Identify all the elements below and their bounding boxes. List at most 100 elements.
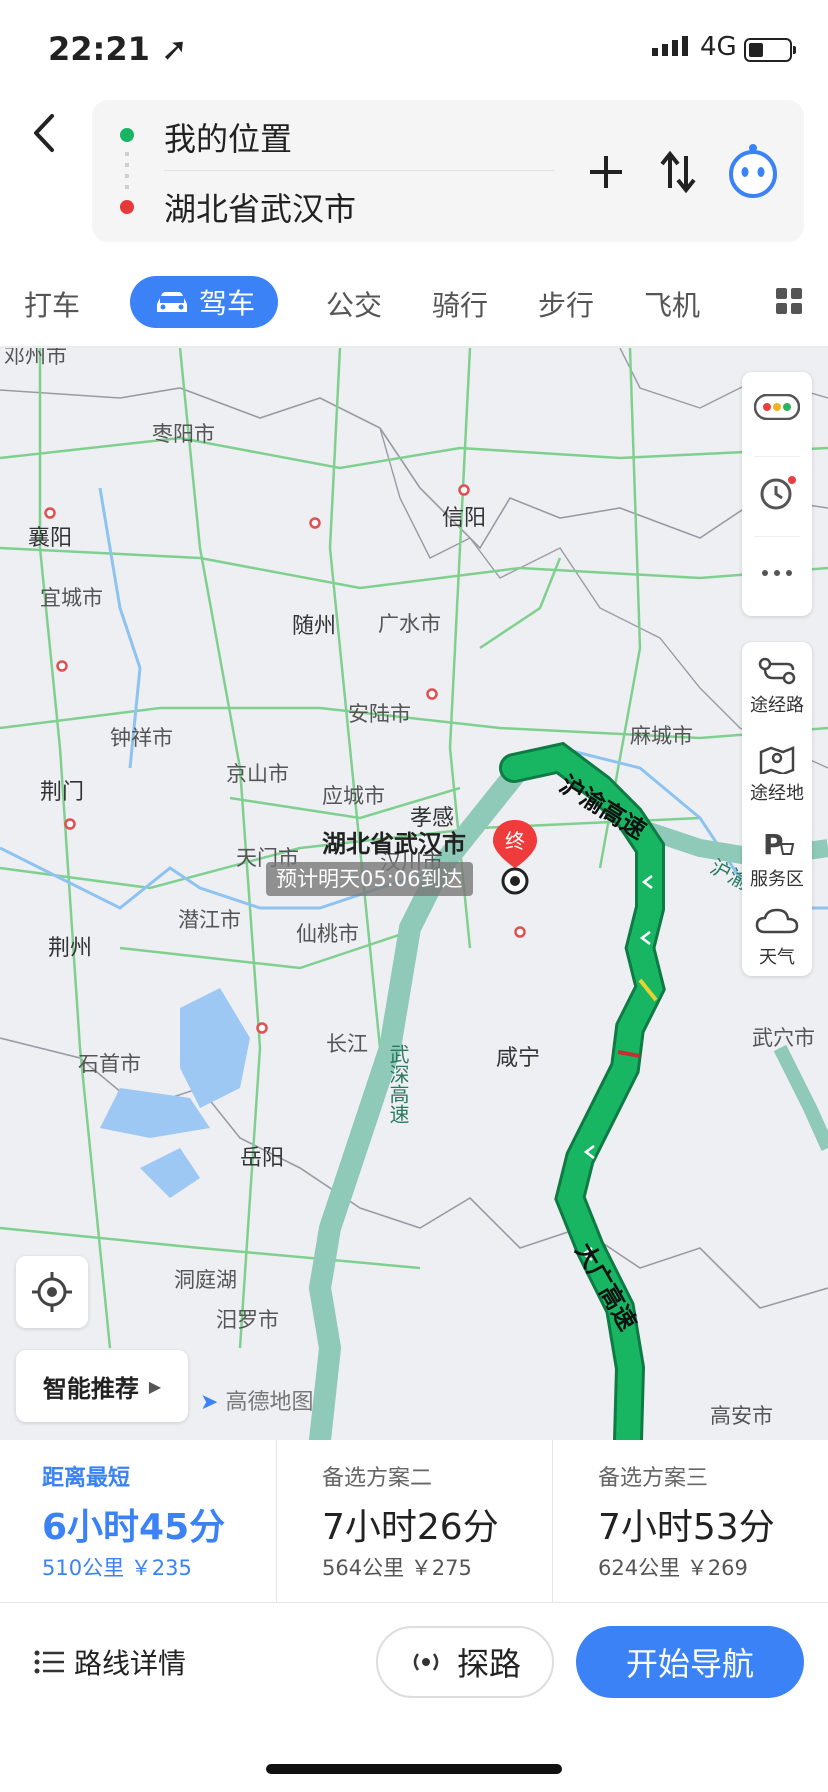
more-modes-grid-icon[interactable] (774, 286, 804, 316)
swap-icon[interactable] (658, 150, 698, 194)
assistant-mascot-icon[interactable] (726, 142, 780, 198)
map-city-label: 潜江市 (178, 908, 241, 932)
weather-cloud-icon (755, 908, 799, 934)
map-city-label: 长江 (326, 1032, 368, 1056)
map-tools-panel (742, 372, 812, 616)
start-dot (120, 128, 134, 142)
map-city-label: 仙桃市 (296, 922, 359, 946)
plan-label: 距离最短 (42, 1466, 131, 1491)
plan-option-1[interactable]: 距离最短 6小时45分 510公里 ￥235 (0, 1440, 276, 1602)
plans-divider (0, 1602, 828, 1603)
network-type: 4G (700, 32, 737, 62)
explore-route-button[interactable]: 探路 (376, 1626, 554, 1698)
tab-drive-label: 驾车 (198, 287, 255, 320)
tab-plane[interactable]: 飞机 (644, 284, 700, 324)
plan-duration: 7小时26分 (322, 1507, 499, 1548)
map-city-label: 随州 (292, 614, 337, 639)
weather-button[interactable]: 天气 (742, 906, 812, 969)
tab-bike[interactable]: 骑行 (432, 284, 488, 324)
tab-bus[interactable]: 公交 (326, 284, 382, 324)
route-options-panel: 途经路 途经地 P 服务区 天气 (742, 642, 812, 976)
plan-divider (552, 1440, 553, 1602)
map-city-label: 洞庭湖 (174, 1268, 237, 1292)
locate-button[interactable] (16, 1256, 88, 1328)
map-city-label: 武穴市 (752, 1026, 815, 1050)
location-arrow-icon: ➚ (161, 30, 188, 68)
status-time: 22:21 ➚ (48, 30, 188, 68)
service-area-button[interactable]: P 服务区 (742, 828, 812, 891)
battery-icon (744, 38, 796, 62)
plan-label: 备选方案三 (598, 1466, 709, 1491)
tab-drive[interactable]: 驾车 (130, 276, 278, 328)
route-plans: 距离最短 6小时45分 510公里 ￥235 备选方案二 7小时26分 564公… (0, 1440, 828, 1602)
via-point-label: 途经地 (750, 783, 804, 804)
map-city-label: 安陆市 (348, 702, 411, 726)
start-field[interactable]: 我的位置 (164, 114, 292, 160)
map-city-label: 信阳 (442, 506, 487, 531)
service-area-label: 服务区 (750, 869, 804, 890)
plan-divider (276, 1440, 277, 1602)
map-city-label: 汨罗市 (216, 1308, 279, 1332)
route-input-box: 我的位置 湖北省武汉市 (92, 100, 804, 242)
smart-recommend-button[interactable]: 智能推荐 ▶ (16, 1350, 188, 1422)
map-city-label: 宜城市 (40, 586, 103, 610)
traffic-icon[interactable] (754, 394, 800, 420)
field-separator (164, 170, 554, 171)
signal-icon (652, 36, 688, 56)
map-city-label: 应城市 (322, 784, 385, 808)
plan-duration: 6小时45分 (42, 1507, 226, 1548)
road-label-wushen: 武深高速 (386, 1044, 410, 1124)
route-details-label: 路线详情 (74, 1647, 187, 1680)
plan-duration: 7小时53分 (598, 1507, 775, 1548)
amap-arrow-icon: ➤ (200, 1390, 219, 1415)
via-point-icon (759, 746, 795, 776)
map-city-label: 荆州 (48, 936, 93, 961)
triangle-right-icon: ▶ (148, 1376, 162, 1396)
map-city-label: 石首市 (78, 1052, 141, 1076)
map-city-label: 岳阳 (240, 1146, 285, 1171)
map-city-label: 高安市 (710, 1404, 773, 1428)
plan-info: 624公里 ￥269 (598, 1556, 748, 1580)
map-city-label: 京山市 (226, 762, 289, 786)
back-icon[interactable] (26, 108, 66, 158)
destination-field[interactable]: 湖北省武汉市 (164, 184, 356, 230)
route-via-label: 途经路 (750, 695, 804, 716)
map-city-label: 麻城市 (630, 724, 693, 748)
route-details-button[interactable]: 路线详情 (34, 1642, 186, 1682)
smart-recommend-label: 智能推荐 (42, 1374, 139, 1403)
time-schedule-icon[interactable] (758, 472, 798, 512)
home-indicator (266, 1764, 562, 1774)
more-options-icon[interactable] (760, 568, 794, 578)
tab-taxi[interactable]: 打车 (24, 284, 80, 324)
plan-label: 备选方案二 (322, 1466, 433, 1491)
via-point-button[interactable]: 途经地 (742, 742, 812, 805)
end-marker-text: 终 (505, 829, 525, 853)
locate-crosshair-icon (32, 1272, 72, 1312)
plan-option-2[interactable]: 备选方案二 7小时26分 564公里 ￥275 (280, 1440, 556, 1602)
map-view[interactable]: 邓州市 枣阳市 襄阳 信阳 宜城市 随州 广水市 安陆市 钟祥市 麻城市 京山市… (0, 348, 828, 1440)
plan-option-3[interactable]: 备选方案三 7小时53分 624公里 ￥269 (556, 1440, 828, 1602)
weather-label: 天气 (759, 947, 795, 968)
car-icon (156, 292, 187, 312)
map-city-label: 荆门 (40, 780, 85, 805)
amap-logo: ➤ 高德地图 (200, 1390, 314, 1415)
service-area-icon: P (763, 828, 795, 861)
add-waypoint-icon[interactable] (586, 152, 626, 192)
map-city-label: 钟祥市 (110, 726, 173, 750)
map-city-label: 咸宁 (496, 1046, 541, 1071)
start-navigation-button[interactable]: 开始导航 (576, 1626, 804, 1698)
list-icon (34, 1650, 64, 1674)
eta-tag: 预计明天05:06到达 (266, 862, 473, 896)
tab-walk[interactable]: 步行 (538, 284, 594, 324)
plan-info: 510公里 ￥235 (42, 1556, 192, 1580)
destination-target-icon (501, 867, 529, 895)
explore-route-label: 探路 (456, 1645, 521, 1683)
route-via-icon (758, 657, 796, 685)
map-city-label: 广水市 (378, 612, 441, 636)
broadcast-icon (413, 1653, 439, 1671)
route-connector (125, 152, 129, 190)
destination-map-label: 湖北省武汉市 (322, 830, 466, 858)
route-via-button[interactable]: 途经路 (742, 656, 812, 717)
plan-info: 564公里 ￥275 (322, 1556, 472, 1580)
map-city-label: 邓州市 (4, 348, 67, 368)
